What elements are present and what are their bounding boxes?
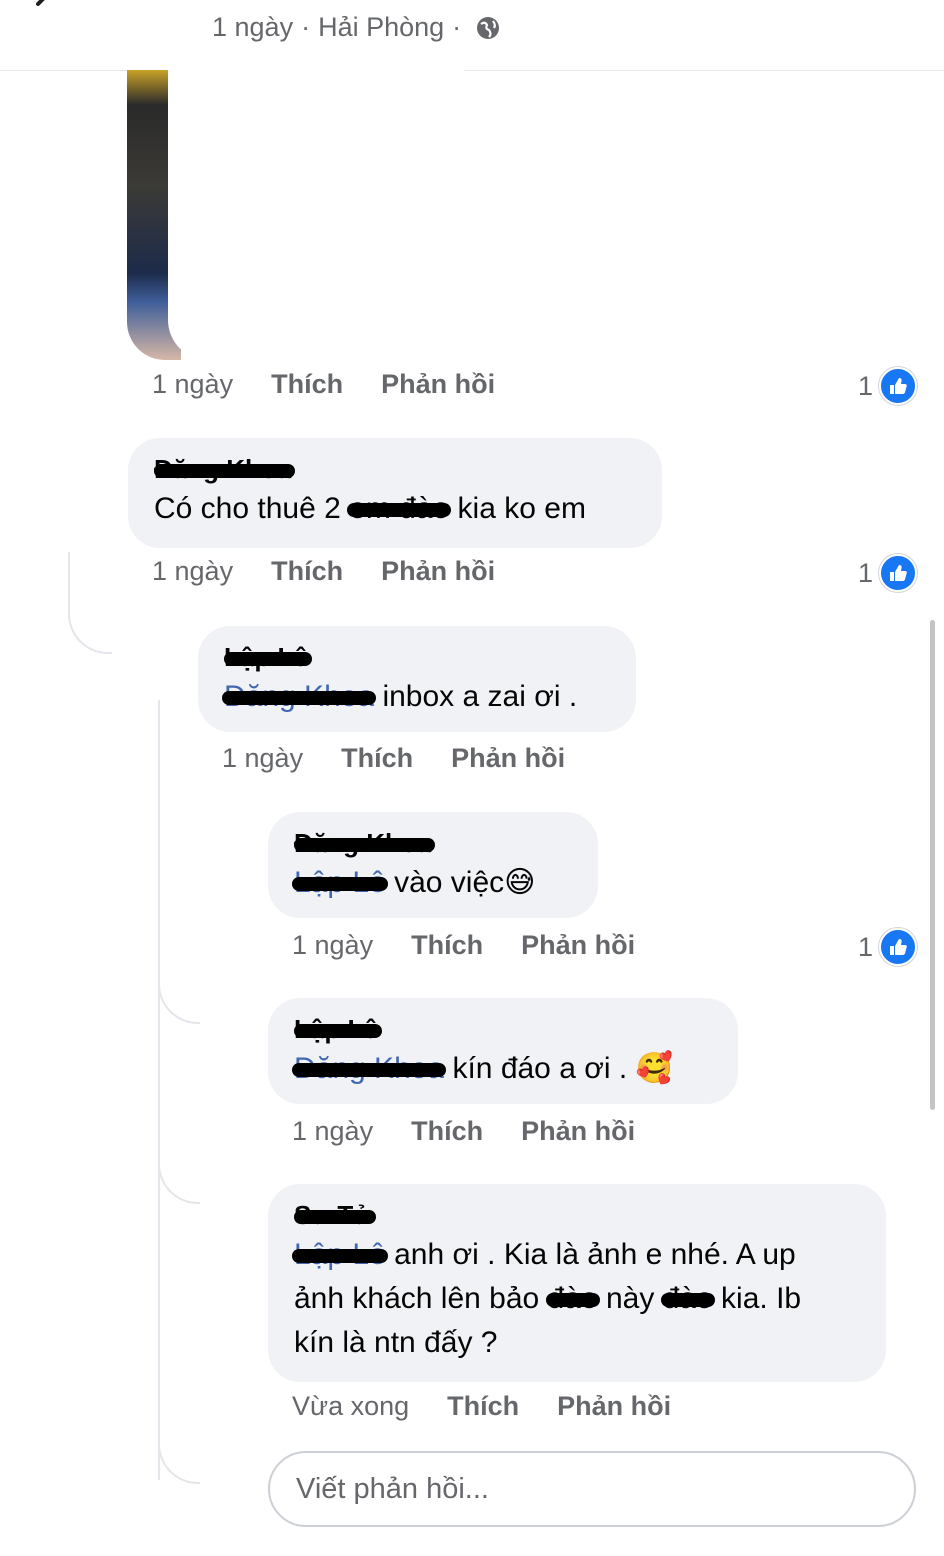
comment-text-part: ảnh khách lên bảo [294, 1282, 548, 1315]
comment-text: Đăng Khoa kín đáo a ơi . 🥰 [291, 1047, 712, 1091]
comment-text-part: inbox a zai ơi . [374, 680, 578, 713]
scratched-text: em đào [347, 487, 452, 531]
comment-author[interactable]: Đăng Khoa [154, 454, 296, 485]
reaction-count[interactable]: 1 [858, 554, 918, 592]
action-time[interactable]: 1 ngày [222, 743, 303, 774]
reply-input[interactable]: Viết phản hồi... [268, 1451, 916, 1527]
scratched-text: đào [660, 1277, 715, 1321]
reply-button[interactable]: Phản hồi [451, 743, 565, 774]
like-button[interactable]: Thích [271, 556, 343, 587]
action-time[interactable]: Vừa xong [292, 1391, 409, 1422]
mention-link[interactable]: Lập Lê [292, 1233, 388, 1277]
comment-line: Lập Lê anh ơi . Kia là ảnh e nhé. A up [292, 1233, 860, 1277]
reaction-count[interactable]: 1 [858, 367, 918, 405]
reply-button[interactable]: Phản hồi [381, 369, 495, 400]
action-time[interactable]: 1 ngày [152, 556, 233, 587]
comment-text-part: anh ơi . Kia là ảnh e nhé. A up [385, 1238, 796, 1271]
mention-link[interactable]: Đăng Khoa [221, 675, 377, 719]
comment-text: Đăng Khoa inbox a zai ơi . [221, 675, 610, 719]
reply-bubble: Đăng Khoa Lập Lê vào việc😅 [268, 812, 598, 918]
reply-button[interactable]: Phản hồi [557, 1391, 671, 1422]
like-button[interactable]: Thích [411, 1116, 483, 1147]
comment-line: kín là ntn đấy ? [294, 1326, 498, 1359]
meta-separator: · [452, 12, 462, 42]
comment-line: ảnh khách lên bảo đào này đào kia. Ib [294, 1277, 860, 1321]
reply-bubble: Lập Lê Đăng Khoa kín đáo a ơi . 🥰 [268, 998, 738, 1104]
comment-text: Lập Lê anh ơi . Kia là ảnh e nhé. A up ả… [292, 1233, 860, 1365]
scrollbar[interactable] [930, 620, 935, 1110]
comment-bubble: Đăng Khoa Có cho thuê 2 em đào kia ko em [128, 438, 662, 548]
globe-icon [477, 16, 500, 39]
comment-text-part: kia. Ib [712, 1282, 802, 1315]
like-button[interactable]: Thích [447, 1391, 519, 1422]
action-time[interactable]: 1 ngày [152, 369, 233, 400]
like-count: 1 [858, 557, 874, 588]
comment-text-part: Có cho thuê 2 [154, 492, 350, 525]
thread-line [158, 700, 160, 1480]
reply-bubble: Sư Tử Lập Lê anh ơi . Kia là ảnh e nhé. … [268, 1184, 886, 1382]
back-arrow-icon[interactable] [30, 0, 58, 16]
reply-bubble: Lập Lê Đăng Khoa inbox a zai ơi . [198, 626, 636, 732]
post-time[interactable]: 1 ngày [212, 12, 293, 43]
mention-link[interactable]: Đăng Khoa [291, 1047, 447, 1091]
post-meta: 1 ngày · Hải Phòng · [212, 12, 501, 43]
thread-line [158, 960, 200, 1024]
more-options-icon[interactable] [870, 0, 910, 8]
thread-line [68, 552, 112, 654]
reply-button[interactable]: Phản hồi [381, 556, 495, 587]
comment-author[interactable]: Lập Lê [294, 1014, 382, 1045]
comment-author[interactable]: Sư Tử [294, 1200, 377, 1231]
emoji-smiling-hearts: 🥰 [635, 1052, 673, 1085]
comment-author[interactable]: Lập Lê [224, 642, 312, 673]
scratched-text: đào [545, 1277, 600, 1321]
comment-text: Có cho thuê 2 em đào kia ko em [154, 487, 636, 531]
like-thumb-icon [879, 554, 918, 592]
emoji-sweat-smile: 😅 [504, 866, 536, 899]
meta-separator: · [301, 12, 311, 42]
comment-actions: 1 ngày Thích Phản hồi [292, 1116, 635, 1147]
thread-line [158, 1420, 200, 1484]
reply-button[interactable]: Phản hồi [521, 1116, 635, 1147]
comment-text-part: vào việc [385, 866, 505, 899]
comment-text-part: kín đáo a ơi . [444, 1052, 636, 1085]
comment-author[interactable]: Đăng Khoa [294, 828, 436, 859]
comment-text: Lập Lê vào việc😅 [292, 861, 572, 905]
comment-text-part: này [597, 1282, 663, 1315]
post-location[interactable]: Hải Phòng [318, 12, 444, 43]
like-button[interactable]: Thích [271, 369, 343, 400]
mention-link[interactable]: Lập Lê [292, 861, 388, 905]
reaction-count[interactable]: 1 [858, 928, 918, 966]
action-time[interactable]: 1 ngày [292, 1116, 373, 1147]
comment-actions: 1 ngày Thích Phản hồi [292, 930, 635, 961]
comment-actions: 1 ngày Thích Phản hồi [152, 556, 495, 587]
comment-actions: 1 ngày Thích Phản hồi [222, 743, 565, 774]
post-actions: 1 ngày Thích Phản hồi [152, 369, 495, 400]
photo-cover [168, 70, 464, 360]
comment-text-part: kia ko em [449, 492, 586, 525]
comment-actions: Vừa xong Thích Phản hồi [292, 1391, 671, 1422]
like-count: 1 [858, 370, 874, 401]
like-count: 1 [858, 931, 874, 962]
like-thumb-icon [879, 928, 918, 966]
like-button[interactable]: Thích [411, 930, 483, 961]
thread-line [158, 1140, 200, 1204]
like-thumb-icon [879, 367, 918, 405]
action-time[interactable]: 1 ngày [292, 930, 373, 961]
reply-button[interactable]: Phản hồi [521, 930, 635, 961]
like-button[interactable]: Thích [341, 743, 413, 774]
